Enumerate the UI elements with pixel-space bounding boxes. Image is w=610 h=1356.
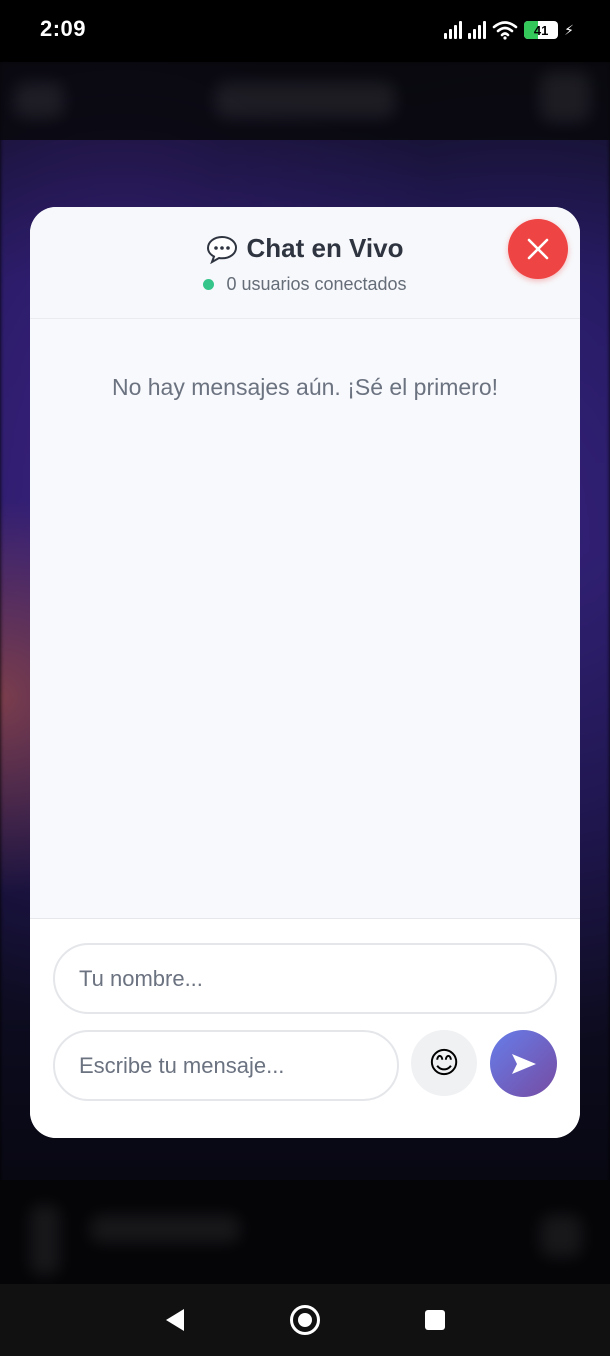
back-icon[interactable]: [164, 1308, 186, 1332]
status-bar: 2:09 41 ⚡: [0, 0, 610, 62]
blurred-background-shape: [215, 82, 395, 118]
blurred-background-shape: [90, 1215, 240, 1243]
blurred-background-shape: [540, 1215, 582, 1257]
blurred-background-shape: [540, 72, 590, 122]
chat-title: Chat en Vivo: [246, 233, 404, 263]
online-users-count: 0 usuarios conectados: [226, 274, 407, 294]
speech-bubble-icon: [207, 235, 238, 264]
signal-icon: [444, 21, 463, 39]
status-time: 2:09: [40, 16, 87, 41]
online-indicator-dot: [203, 279, 215, 290]
online-status: 0 usuarios conectados: [30, 274, 580, 295]
chat-header: Chat en Vivo 0 usuarios conectados: [30, 207, 580, 319]
message-input[interactable]: [53, 1030, 399, 1101]
signal-icon: [468, 21, 487, 39]
blurred-background-shape: [30, 1205, 60, 1275]
messages-area[interactable]: No hay mensajes aún. ¡Sé el primero!: [30, 319, 580, 918]
blurred-background-shape: [14, 82, 64, 118]
navigation-bar: [0, 1284, 610, 1356]
home-icon[interactable]: [290, 1305, 320, 1335]
smiley-icon: 😊: [428, 1046, 460, 1080]
charging-bolt-icon: ⚡: [564, 21, 574, 38]
battery-level: 41: [533, 22, 549, 38]
chat-modal: Chat en Vivo 0 usuarios conectados No ha…: [30, 207, 580, 1138]
status-icons: 41 ⚡: [444, 20, 574, 40]
recents-icon[interactable]: [425, 1310, 445, 1330]
message-composer: 😊: [30, 918, 580, 1138]
chat-title-row: Chat en Vivo: [30, 233, 580, 264]
close-button[interactable]: [508, 219, 568, 279]
wifi-icon: [492, 21, 518, 40]
empty-messages-text: No hay mensajes aún. ¡Sé el primero!: [111, 374, 499, 400]
send-icon: [511, 1053, 536, 1074]
close-icon: [527, 238, 549, 260]
name-input[interactable]: [53, 943, 557, 1014]
battery-icon: 41: [524, 21, 559, 39]
emoji-button[interactable]: 😊: [411, 1030, 477, 1096]
send-button[interactable]: [490, 1030, 557, 1097]
